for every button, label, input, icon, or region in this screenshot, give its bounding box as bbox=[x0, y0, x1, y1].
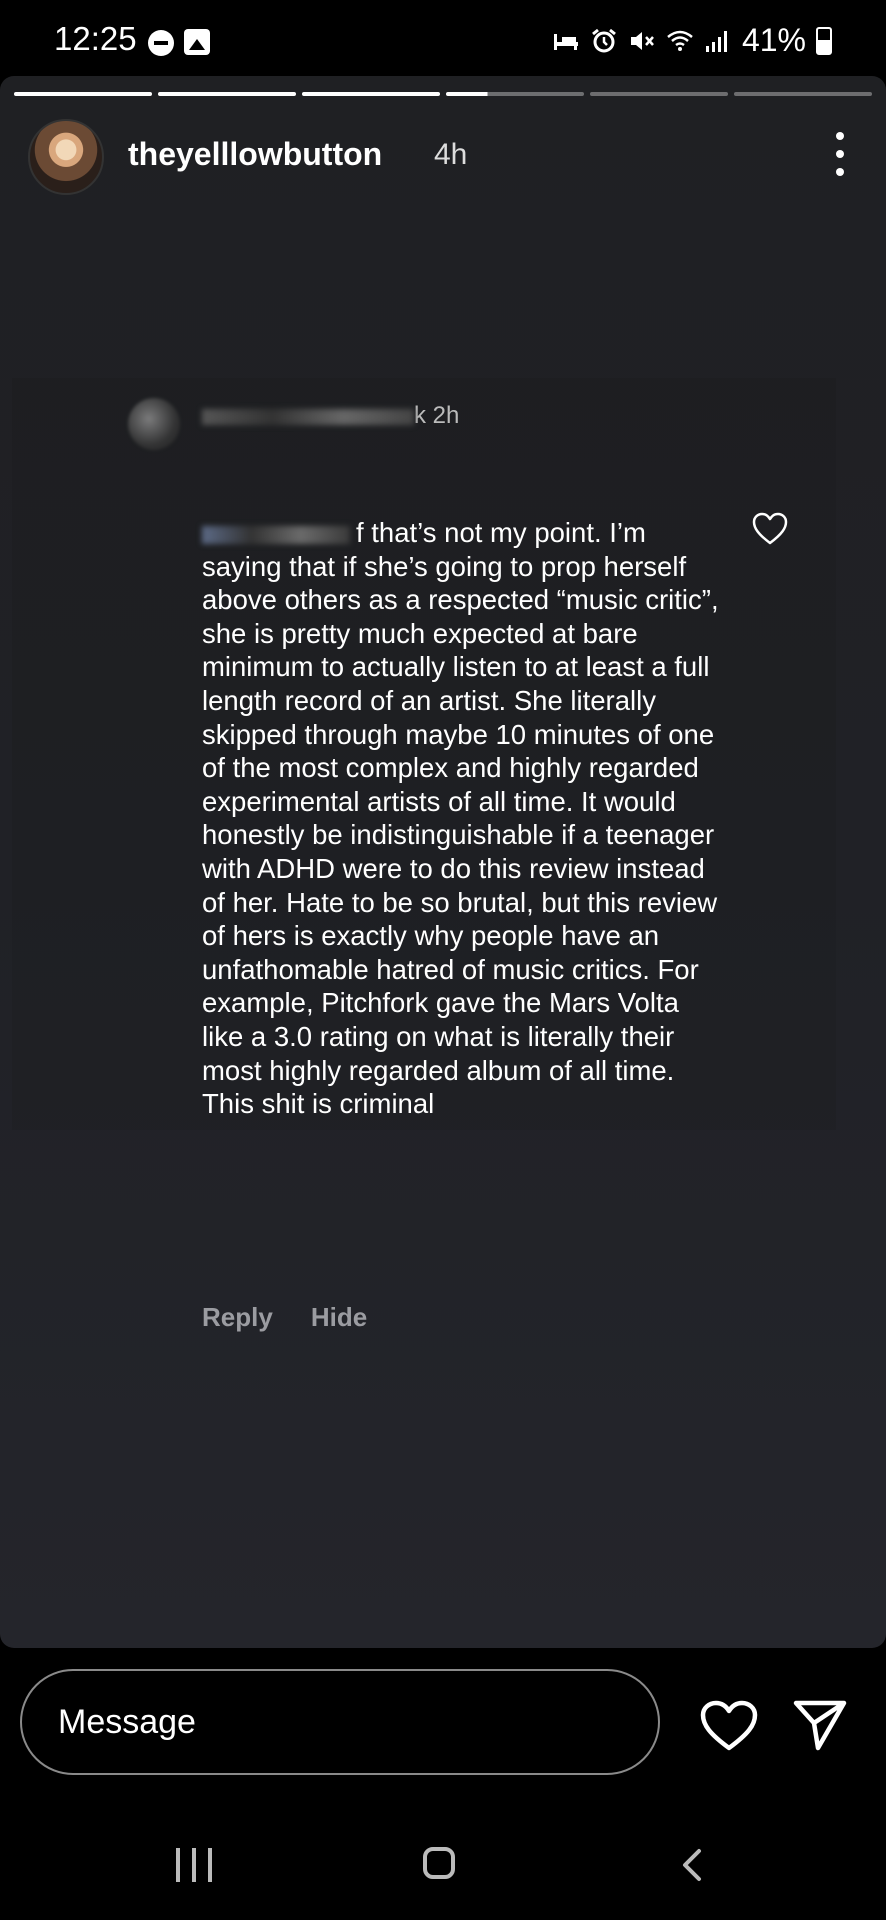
progress-segment bbox=[158, 92, 296, 96]
blurred-mention bbox=[202, 525, 350, 544]
commenter-name: k 2h bbox=[202, 402, 459, 430]
sleep-icon bbox=[553, 33, 578, 50]
more-options-icon[interactable] bbox=[834, 132, 846, 176]
comment-text: f that’s not my point. I’m saying that i… bbox=[202, 516, 722, 1121]
story-username[interactable]: theyelllowbutton bbox=[128, 136, 382, 173]
progress-segment bbox=[14, 92, 152, 96]
reply-link: Reply bbox=[202, 1302, 273, 1332]
recent-apps-button[interactable] bbox=[176, 1848, 212, 1882]
battery-icon bbox=[816, 26, 832, 55]
progress-segment bbox=[734, 92, 872, 96]
comment-time: 2h bbox=[432, 402, 460, 429]
alarm-icon bbox=[592, 28, 616, 52]
commenter-name-suffix: k bbox=[414, 402, 426, 429]
story-time: 4h bbox=[434, 138, 468, 171]
do-not-disturb-icon bbox=[148, 30, 174, 56]
signal-icon bbox=[705, 30, 727, 52]
avatar[interactable] bbox=[28, 119, 104, 195]
commenter-avatar bbox=[128, 398, 180, 450]
gallery-icon bbox=[184, 29, 210, 55]
mention-suffix: f bbox=[356, 517, 364, 548]
comment-actions: Reply Hide bbox=[202, 1302, 405, 1333]
message-input[interactable]: Message bbox=[20, 1669, 660, 1775]
progress-segment bbox=[590, 92, 728, 96]
message-placeholder: Message bbox=[58, 1703, 196, 1741]
send-icon[interactable] bbox=[792, 1698, 848, 1752]
status-icons: 41% bbox=[552, 22, 832, 59]
battery-percent: 41% bbox=[741, 22, 806, 58]
mute-icon bbox=[630, 31, 654, 50]
home-button[interactable] bbox=[423, 1847, 455, 1879]
hide-link: Hide bbox=[310, 1302, 368, 1332]
story-progress bbox=[14, 92, 872, 96]
comment-body: that’s not my point. I’m saying that if … bbox=[202, 517, 719, 1120]
status-bar: 12:25 41% bbox=[0, 0, 886, 80]
progress-segment bbox=[302, 92, 440, 96]
heart-icon[interactable] bbox=[700, 1700, 758, 1752]
back-button[interactable] bbox=[681, 1848, 703, 1882]
wifi-icon bbox=[667, 30, 693, 51]
blurred-name bbox=[202, 408, 414, 425]
status-time: 12:25 bbox=[54, 20, 137, 57]
progress-segment-current bbox=[446, 92, 584, 96]
comment-like-icon bbox=[752, 512, 788, 545]
